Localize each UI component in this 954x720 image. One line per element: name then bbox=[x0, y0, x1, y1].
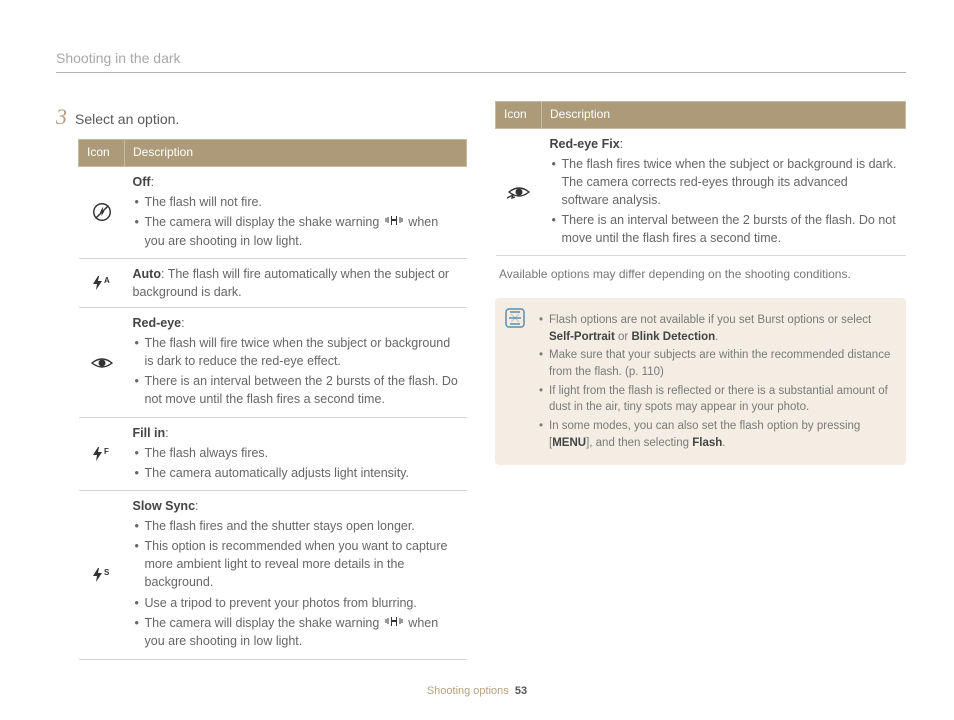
step-3: 3 Select an option. bbox=[56, 101, 467, 133]
flash-options-table-right: Icon Description Red-eye Fix: bbox=[495, 101, 906, 256]
shake-warning-icon bbox=[385, 213, 403, 231]
row-redeye: Red-eye: The flash will fire twice when … bbox=[79, 307, 467, 417]
flash-options-table-left: Icon Description Off: bbox=[78, 139, 467, 659]
footer-page: 53 bbox=[515, 685, 527, 697]
note-4: In some modes, you can also set the flas… bbox=[537, 418, 892, 451]
step-number: 3 bbox=[56, 101, 67, 133]
off-b2: The camera will display the shake warnin… bbox=[133, 213, 459, 250]
page-header-title: Shooting in the dark bbox=[56, 50, 181, 66]
row-redeyefix: Red-eye Fix: The flash fires twice when … bbox=[496, 128, 906, 256]
slow-b1: The flash fires and the shutter stays op… bbox=[133, 517, 459, 535]
slow-b4: The camera will display the shake warnin… bbox=[133, 614, 459, 651]
row-slowsync: S Slow Sync: The flash fires and the shu… bbox=[79, 490, 467, 659]
redeyefix-title: Red-eye Fix bbox=[550, 137, 620, 151]
off-b1: The flash will not fire. bbox=[133, 193, 459, 211]
auto-title: Auto bbox=[133, 267, 161, 281]
th-icon: Icon bbox=[79, 140, 125, 166]
slow-title: Slow Sync bbox=[133, 499, 196, 513]
flash-auto-icon: A bbox=[91, 275, 113, 291]
auto-text: : The flash will fire automatically when… bbox=[133, 267, 450, 299]
fillin-b1: The flash always fires. bbox=[133, 444, 459, 462]
svg-text:A: A bbox=[104, 276, 110, 285]
slow-b2: This option is recommended when you want… bbox=[133, 537, 459, 591]
note-1: Flash options are not available if you s… bbox=[537, 312, 892, 345]
note-2: Make sure that your subjects are within … bbox=[537, 347, 892, 380]
available-note: Available options may differ depending o… bbox=[499, 266, 902, 283]
step-text: Select an option. bbox=[75, 109, 179, 129]
flash-slowsync-icon: S bbox=[91, 567, 113, 583]
red-eye-fix-icon bbox=[507, 183, 531, 201]
note-3: If light from the flash is reflected or … bbox=[537, 383, 892, 416]
page-header: Shooting in the dark bbox=[56, 48, 906, 73]
redeye-b2: There is an interval between the 2 burst… bbox=[133, 372, 459, 408]
redeyefix-b2: There is an interval between the 2 burst… bbox=[550, 211, 898, 247]
th-desc-r: Description bbox=[542, 102, 906, 128]
footer-section: Shooting options bbox=[427, 685, 509, 697]
shake-warning-icon bbox=[385, 614, 403, 632]
fillin-b2: The camera automatically adjusts light i… bbox=[133, 464, 459, 482]
svg-text:S: S bbox=[104, 568, 110, 577]
svg-text:F: F bbox=[104, 447, 109, 456]
note-icon bbox=[505, 308, 525, 334]
fillin-title: Fill in bbox=[133, 426, 166, 440]
page-footer: Shooting options 53 bbox=[0, 684, 954, 700]
row-off: Off: The flash will not fire. The camera… bbox=[79, 166, 467, 258]
redeye-title: Red-eye bbox=[133, 316, 182, 330]
flash-fillin-icon: F bbox=[91, 446, 113, 462]
off-title: Off bbox=[133, 175, 151, 189]
th-icon-r: Icon bbox=[496, 102, 542, 128]
row-auto: A Auto: The flash will fire automaticall… bbox=[79, 258, 467, 307]
th-desc: Description bbox=[125, 140, 467, 166]
row-fillin: F Fill in: The flash always fires. The c… bbox=[79, 417, 467, 490]
slow-b3: Use a tripod to prevent your photos from… bbox=[133, 594, 459, 612]
note-box: Flash options are not available if you s… bbox=[495, 298, 906, 465]
flash-off-icon bbox=[91, 201, 113, 223]
redeye-b1: The flash will fire twice when the subje… bbox=[133, 334, 459, 370]
redeyefix-b1: The flash fires twice when the subject o… bbox=[550, 155, 898, 209]
red-eye-icon bbox=[91, 356, 113, 370]
